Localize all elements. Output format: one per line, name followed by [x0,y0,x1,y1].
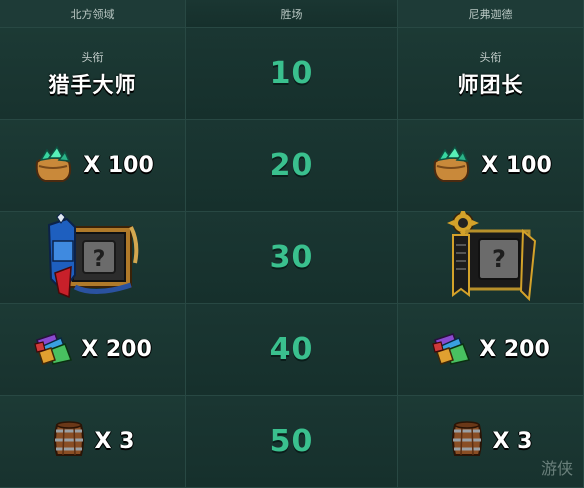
wins-count: 30 [269,240,314,275]
wins-count: 50 [269,424,314,459]
site-watermark: 游侠 [540,459,573,478]
scraps-icon [33,330,73,370]
reward-quantity: X 200 [81,337,152,362]
reward-cell-left-20: X 100 [0,120,186,212]
reward-cell-right-20: X 100 [398,120,584,212]
title-label: 头衔 [81,50,104,64]
reward-cell-right-40: X 200 [398,304,584,396]
ore-sack-icon [31,144,75,188]
nilfgaard-mystery-frame-icon: ? [443,206,539,305]
wins-count: 20 [269,148,314,183]
reward-cell-left-50: X 3 [0,396,186,488]
header-northern-realms: 北方领域 [0,0,186,28]
header-wins: 胜场 [186,0,398,28]
wins-cell-10: 10 [186,28,398,120]
reward-cell-left-30: ? [0,211,186,304]
wins-cell-50: 50 [186,396,398,488]
reward-quantity: X 200 [479,337,550,362]
reward-cell-right-30: ? [398,206,584,305]
reward-cell-left-40: X 200 [0,304,186,396]
svg-text:?: ? [492,245,506,273]
wins-cell-20: 20 [186,120,398,212]
northern-realms-mystery-frame-icon: ? [45,211,141,303]
scraps-icon [431,330,471,370]
reward-quantity: X 3 [94,429,135,454]
title-name: 猎手大师 [48,72,137,97]
reward-cell-right-50: X 3 游侠 [398,396,584,488]
wins-count: 40 [269,332,314,367]
svg-text:?: ? [92,247,105,272]
title-label: 头衔 [479,50,502,64]
wins-cell-30: 30 [186,212,398,304]
reward-quantity: X 3 [492,429,533,454]
wins-count: 10 [269,56,314,91]
title-name: 师团长 [457,72,524,97]
reward-quantity: X 100 [83,153,154,178]
keg-icon [51,420,87,463]
keg-icon [449,420,485,463]
wins-cell-40: 40 [186,304,398,396]
reward-cell-left-10: 头衔 猎手大师 [0,28,186,120]
reward-quantity: X 100 [481,153,552,178]
header-nilfgaard: 尼弗迦德 [398,0,584,28]
reward-cell-right-10: 头衔 师团长 [398,28,584,120]
rewards-table: 北方领域 胜场 尼弗迦德 头衔 猎手大师 10 头衔 师团长 X 100 20 … [0,0,584,488]
ore-sack-icon [429,144,473,188]
